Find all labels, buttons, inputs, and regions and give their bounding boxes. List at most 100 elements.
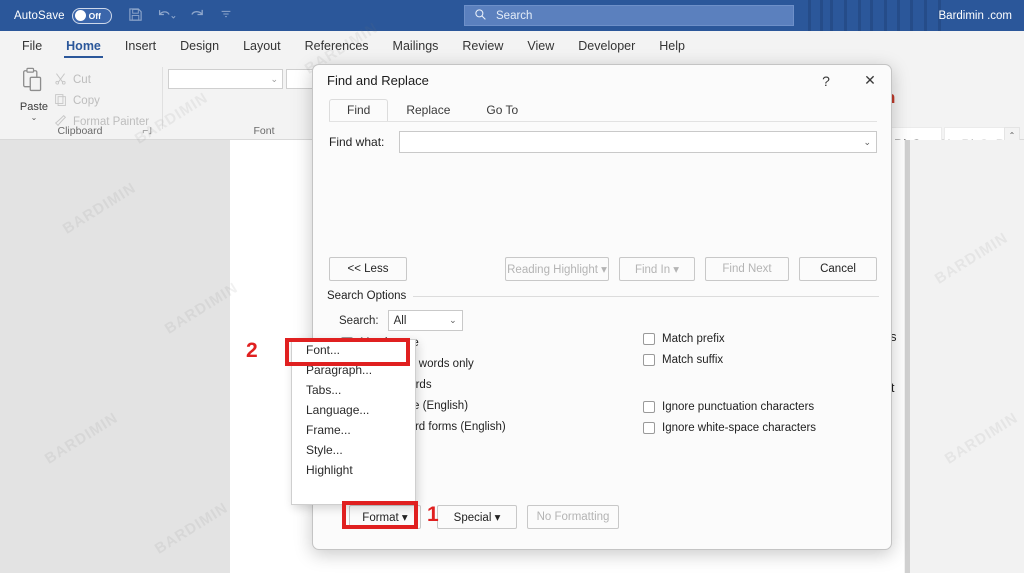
checkbox-label: Ignore punctuation characters — [662, 401, 814, 413]
brand-watermark: Bardimin .com — [939, 0, 1013, 31]
checkbox-box[interactable] — [643, 422, 655, 434]
font-family-combo[interactable]: ⌄ — [168, 69, 283, 89]
ribbon-tab-bar: File Home Insert Design Layout Reference… — [0, 31, 1024, 61]
search-options-header: Search Options — [327, 290, 879, 302]
cut-label: Cut — [73, 74, 91, 86]
close-icon[interactable]: ✕ — [857, 68, 883, 94]
checkbox-ignore-white-space-characters[interactable]: Ignore white-space characters — [643, 422, 816, 434]
font-group-label: Font — [224, 125, 304, 137]
save-icon[interactable] — [128, 7, 143, 25]
autosave-toggle[interactable]: Off — [72, 8, 112, 24]
dialog-title-text: Find and Replace — [327, 73, 429, 88]
annotation-number-1: 1 — [427, 503, 439, 527]
chevron-down-icon[interactable]: ⌄ — [863, 137, 871, 148]
clipboard-commands: Cut Copy Format Painter — [54, 69, 149, 132]
undo-icon[interactable] — [157, 7, 176, 25]
clipboard-group-label: Clipboard — [0, 125, 160, 137]
checkbox-label: Match prefix — [662, 333, 725, 345]
quick-access-toolbar — [128, 7, 233, 25]
redo-icon[interactable] — [190, 7, 205, 25]
search-scope-value: All — [394, 315, 407, 327]
tab-go-to[interactable]: Go To — [468, 99, 536, 122]
reading-highlight-button[interactable]: Reading Highlight ▾ — [505, 257, 609, 281]
cancel-button[interactable]: Cancel — [799, 257, 877, 281]
paste-label: Paste — [12, 101, 56, 113]
dialog-title-bar: Find and Replace — [313, 65, 891, 96]
ribbon-tab-design[interactable]: Design — [168, 31, 231, 61]
special-button[interactable]: Special ▾ — [437, 505, 517, 529]
checkbox-box[interactable] — [643, 401, 655, 413]
checkbox-ignore-punctuation-characters[interactable]: Ignore punctuation characters — [643, 401, 816, 413]
find-in-button[interactable]: Find In ▾ — [619, 257, 695, 281]
checkbox-label: Ignore white-space characters — [662, 422, 816, 434]
checkbox-box[interactable] — [643, 354, 655, 366]
copy-label: Copy — [73, 95, 100, 107]
search-scope-label: Search: — [339, 315, 379, 327]
menu-item-tabs[interactable]: Tabs... — [292, 380, 415, 400]
customize-quick-access-icon[interactable] — [219, 7, 233, 24]
dialog-title-buttons: ? ✕ — [813, 65, 883, 96]
paste-chevron-icon[interactable]: ⌄ — [12, 113, 56, 122]
autosave-toggle-group[interactable]: AutoSave Off — [14, 8, 112, 24]
document-right-gutter — [904, 140, 1024, 573]
ribbon-tab-insert[interactable]: Insert — [113, 31, 168, 61]
menu-item-highlight[interactable]: Highlight — [292, 460, 415, 480]
no-formatting-button[interactable]: No Formatting — [527, 505, 619, 529]
ribbon-group-clipboard: Paste ⌄ Cut Copy Format Painter — [0, 61, 160, 140]
checkbox-match-suffix[interactable]: Match suffix — [643, 354, 816, 366]
dialog-action-buttons: << Less Reading Highlight ▾ Find In ▾ Fi… — [329, 257, 877, 281]
copy-icon — [54, 93, 67, 109]
menu-item-language[interactable]: Language... — [292, 400, 415, 420]
paste-button[interactable]: Paste ⌄ — [12, 67, 56, 122]
styles-scroll-up-icon[interactable]: ⌃ — [1009, 131, 1016, 140]
search-input[interactable]: Search — [464, 5, 794, 26]
search-options-label: Search Options — [327, 290, 406, 302]
checkbox-match-prefix[interactable]: Match prefix — [643, 333, 816, 345]
help-icon[interactable]: ? — [813, 68, 839, 94]
vertical-scrollbar[interactable] — [905, 140, 910, 573]
checkbox-box[interactable] — [643, 333, 655, 345]
menu-item-frame[interactable]: Frame... — [292, 420, 415, 440]
search-options-divider — [413, 296, 879, 297]
ribbon-tab-developer[interactable]: Developer — [566, 31, 647, 61]
ribbon-tab-view[interactable]: View — [515, 31, 566, 61]
dialog-tabs-underline — [329, 121, 877, 122]
toggle-knob — [75, 10, 86, 21]
ribbon-tab-file[interactable]: File — [10, 31, 54, 61]
copy-button[interactable]: Copy — [54, 90, 149, 111]
search-options-right-column: Match prefix Match suffix Ignore punctua… — [643, 333, 816, 434]
find-what-input[interactable]: ⌄ — [399, 131, 877, 153]
search-icon — [474, 8, 487, 24]
less-button[interactable]: << Less — [329, 257, 407, 281]
chevron-down-icon: ⌄ — [449, 315, 457, 326]
scissors-icon — [54, 72, 67, 88]
find-what-label: Find what: — [329, 135, 399, 149]
annotation-box-format-button — [342, 501, 418, 529]
tab-replace[interactable]: Replace — [388, 99, 468, 122]
column-spacer — [643, 375, 816, 392]
ribbon-tab-help[interactable]: Help — [647, 31, 697, 61]
ribbon-tab-home[interactable]: Home — [54, 31, 113, 61]
checkbox-label: Match suffix — [662, 354, 723, 366]
title-bar: AutoSave Off Cara Meng... ▼ Search — [0, 0, 1024, 31]
search-scope-row: Search: All ⌄ — [339, 310, 463, 331]
search-scope-select[interactable]: All ⌄ — [388, 310, 463, 331]
clipboard-dialog-launcher-icon[interactable]: ⌐˩ — [142, 126, 152, 137]
cut-button[interactable]: Cut — [54, 69, 149, 90]
ribbon-tab-references[interactable]: References — [293, 31, 381, 61]
dialog-tabs: Find Replace Go To — [329, 101, 536, 122]
find-what-row: Find what: ⌄ — [329, 131, 877, 153]
paste-icon — [19, 86, 49, 100]
ribbon-tab-layout[interactable]: Layout — [231, 31, 293, 61]
ribbon-tab-review[interactable]: Review — [450, 31, 515, 61]
search-placeholder: Search — [496, 10, 532, 22]
find-next-button[interactable]: Find Next — [705, 257, 789, 281]
autosave-label: AutoSave — [14, 10, 65, 22]
autosave-state-label: Off — [89, 11, 101, 21]
annotation-box-font-menu-item — [285, 338, 410, 366]
ribbon-divider-1 — [162, 67, 163, 129]
menu-item-style[interactable]: Style... — [292, 440, 415, 460]
tab-find[interactable]: Find — [329, 99, 388, 122]
ribbon-tab-mailings[interactable]: Mailings — [381, 31, 451, 61]
ribbon-group-font: ⌄ ⌄ Font — [164, 61, 314, 140]
